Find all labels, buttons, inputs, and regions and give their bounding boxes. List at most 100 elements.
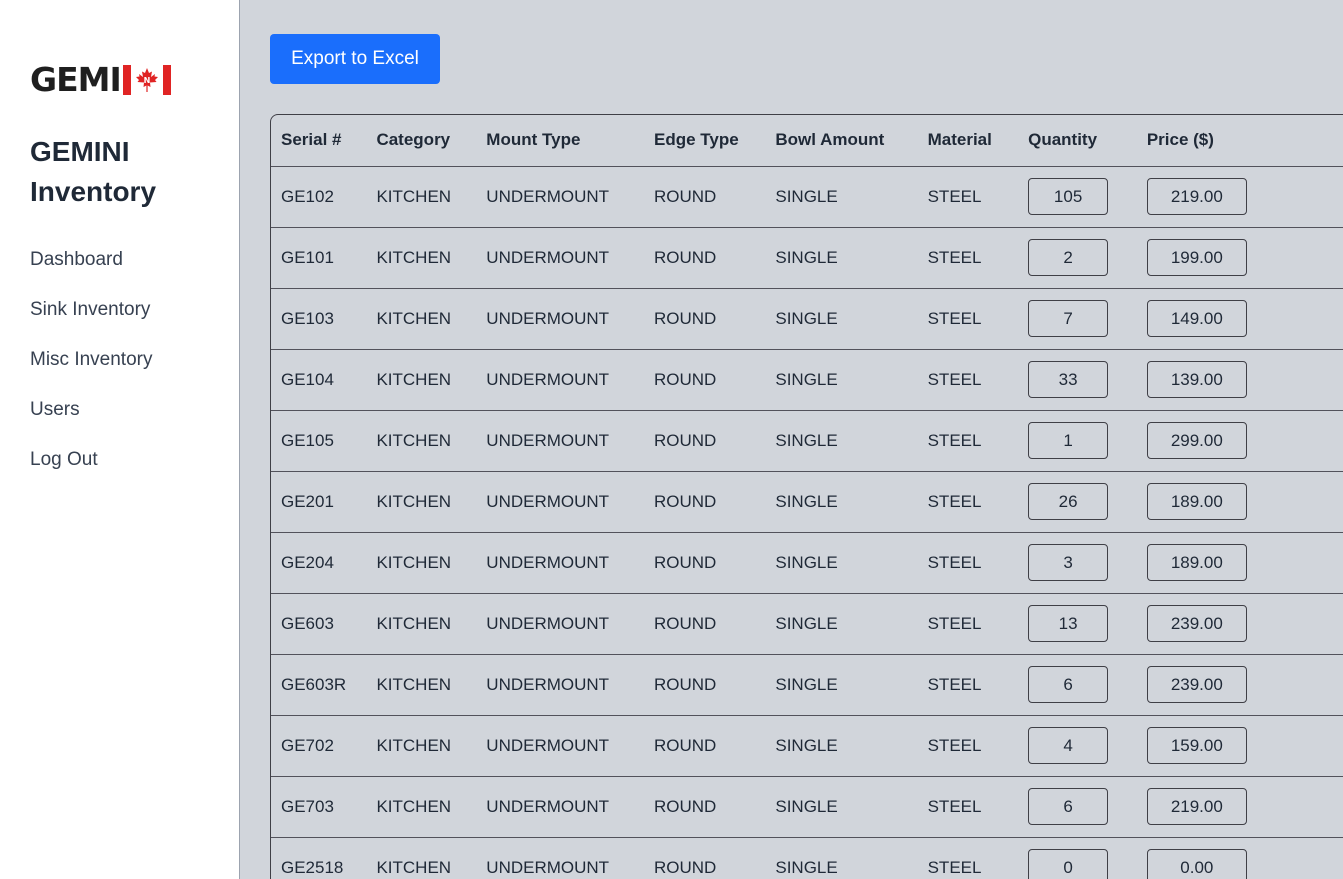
column-header-bowl-amount[interactable]: Bowl Amount [765, 115, 918, 167]
cell-serial: GE603R [271, 654, 367, 716]
nav-item-sink-inventory[interactable]: Sink Inventory [30, 298, 152, 348]
cell-bowl: SINGLE [765, 349, 918, 411]
price-input[interactable]: 0.00 [1146, 849, 1247, 879]
quantity-input[interactable]: 6 [1028, 666, 1109, 703]
cell-serial: GE105 [271, 410, 367, 472]
quantity-input[interactable]: 4 [1028, 727, 1109, 764]
cell-serial: GE2518 [271, 837, 367, 879]
cell-bowl: SINGLE [765, 593, 918, 655]
cell-price: 219.00 [1136, 166, 1343, 228]
cell-edge: ROUND [644, 593, 766, 655]
cell-material: STEEL [917, 837, 1019, 879]
column-header-quantity[interactable]: Quantity [1018, 115, 1137, 167]
price-input[interactable]: 189.00 [1146, 483, 1247, 520]
quantity-input[interactable]: 105 [1028, 178, 1109, 215]
quantity-input[interactable]: 33 [1028, 361, 1109, 398]
table-row: GE101 KITCHEN UNDERMOUNT ROUND SINGLE STEEL 2 1… [271, 227, 1343, 289]
price-input[interactable]: 239.00 [1146, 666, 1247, 703]
sidebar-nav: Dashboard Sink Inventory Misc Inventory … [30, 248, 152, 498]
cell-edge: ROUND [644, 349, 766, 411]
cell-mount: UNDERMOUNT [476, 715, 644, 777]
cell-bowl: SINGLE [765, 410, 918, 472]
inventory-table-body: GE102 KITCHEN UNDERMOUNT ROUND SINGLE STEEL 10… [271, 166, 1343, 879]
price-input[interactable]: 239.00 [1146, 605, 1247, 642]
column-header-category[interactable]: Category [366, 115, 477, 167]
cell-quantity: 1 [1018, 410, 1137, 472]
cell-material: STEEL [917, 471, 1019, 533]
nav-item-dashboard[interactable]: Dashboard [30, 248, 152, 298]
inventory-table: Serial # Category Mount Type Edge Type B… [271, 115, 1343, 879]
table-row: GE102 KITCHEN UNDERMOUNT ROUND SINGLE STEEL 10… [271, 166, 1343, 228]
cell-price: 239.00 [1136, 593, 1343, 655]
column-header-edge-type[interactable]: Edge Type [644, 115, 766, 167]
quantity-input[interactable]: 3 [1028, 544, 1109, 581]
cell-quantity: 33 [1018, 349, 1137, 411]
price-input[interactable]: 189.00 [1146, 544, 1247, 581]
price-input[interactable]: 299.00 [1146, 422, 1247, 459]
price-input[interactable]: 219.00 [1146, 178, 1247, 215]
cell-material: STEEL [917, 227, 1019, 289]
cell-bowl: SINGLE [765, 776, 918, 838]
cell-mount: UNDERMOUNT [476, 837, 644, 879]
cell-price: 189.00 [1136, 532, 1343, 594]
cell-bowl: SINGLE [765, 715, 918, 777]
cell-price: 149.00 [1136, 288, 1343, 350]
cell-edge: ROUND [644, 410, 766, 472]
quantity-input[interactable]: 6 [1028, 788, 1109, 825]
cell-category: KITCHEN [366, 349, 477, 411]
cell-bowl: SINGLE [765, 166, 918, 228]
cell-serial: GE102 [271, 166, 367, 228]
main-content: Export to Excel Serial # Category Mount … [241, 0, 1343, 879]
cell-material: STEEL [917, 715, 1019, 777]
cell-category: KITCHEN [366, 227, 477, 289]
column-header-serial[interactable]: Serial # [271, 115, 367, 167]
quantity-input[interactable]: 1 [1028, 422, 1109, 459]
nav-item-log-out[interactable]: Log Out [30, 448, 152, 498]
inventory-table-container: Serial # Category Mount Type Edge Type B… [270, 114, 1343, 879]
cell-bowl: SINGLE [765, 654, 918, 716]
price-input[interactable]: 219.00 [1146, 788, 1247, 825]
cell-bowl: SINGLE [765, 227, 918, 289]
cell-edge: ROUND [644, 715, 766, 777]
cell-material: STEEL [917, 288, 1019, 350]
cell-price: 189.00 [1136, 471, 1343, 533]
column-header-material[interactable]: Material [917, 115, 1019, 167]
cell-quantity: 6 [1018, 776, 1137, 838]
cell-edge: ROUND [644, 776, 766, 838]
table-row: GE104 KITCHEN UNDERMOUNT ROUND SINGLE STEEL 33… [271, 349, 1343, 411]
export-to-excel-button[interactable]: Export to Excel [270, 34, 440, 84]
nav-item-misc-inventory[interactable]: Misc Inventory [30, 348, 152, 398]
cell-category: KITCHEN [366, 288, 477, 350]
column-header-mount-type[interactable]: Mount Type [476, 115, 644, 167]
price-input[interactable]: 149.00 [1146, 300, 1247, 337]
quantity-input[interactable]: 7 [1028, 300, 1109, 337]
price-input[interactable]: 199.00 [1146, 239, 1247, 276]
cell-mount: UNDERMOUNT [476, 471, 644, 533]
cell-mount: UNDERMOUNT [476, 410, 644, 472]
cell-quantity: 6 [1018, 654, 1137, 716]
cell-edge: ROUND [644, 288, 766, 350]
cell-quantity: 7 [1018, 288, 1137, 350]
sidebar: GEMI N GEMINI Inventory Dashboard Sink I… [0, 0, 240, 879]
quantity-input[interactable]: 0 [1028, 849, 1109, 879]
quantity-input[interactable]: 13 [1028, 605, 1109, 642]
cell-quantity: 26 [1018, 471, 1137, 533]
cell-mount: UNDERMOUNT [476, 288, 644, 350]
svg-text:N: N [143, 76, 150, 85]
cell-quantity: 2 [1018, 227, 1137, 289]
cell-price: 219.00 [1136, 776, 1343, 838]
price-input[interactable]: 159.00 [1146, 727, 1247, 764]
cell-serial: GE703 [271, 776, 367, 838]
cell-quantity: 13 [1018, 593, 1137, 655]
table-row: GE2518 KITCHEN UNDERMOUNT ROUND SINGLE STEEL 0… [271, 837, 1343, 879]
cell-category: KITCHEN [366, 166, 477, 228]
cell-category: KITCHEN [366, 654, 477, 716]
nav-item-users[interactable]: Users [30, 398, 152, 448]
price-input[interactable]: 139.00 [1146, 361, 1247, 398]
brand-logo[interactable]: GEMI N [30, 62, 171, 98]
column-header-price[interactable]: Price ($) [1136, 115, 1343, 167]
cell-serial: GE104 [271, 349, 367, 411]
cell-mount: UNDERMOUNT [476, 227, 644, 289]
quantity-input[interactable]: 2 [1028, 239, 1109, 276]
quantity-input[interactable]: 26 [1028, 483, 1109, 520]
